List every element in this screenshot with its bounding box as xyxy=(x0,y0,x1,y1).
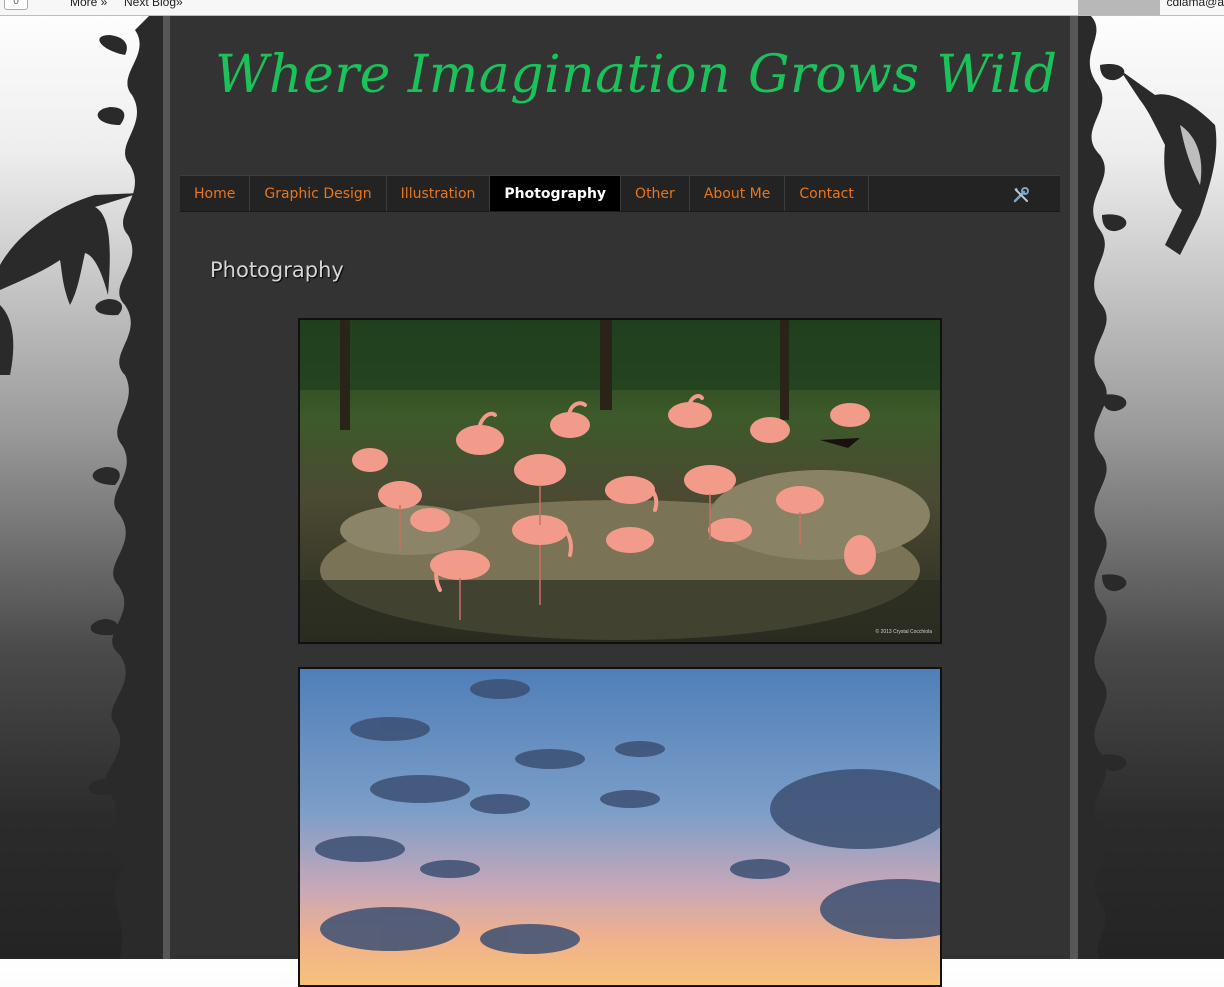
page-tabs: Home Graphic Design Illustration Photogr… xyxy=(180,175,1060,212)
tab-contact[interactable]: Contact xyxy=(785,176,869,211)
tab-other[interactable]: Other xyxy=(621,176,690,211)
next-blog-link[interactable]: Next Blog» xyxy=(124,0,183,9)
right-content-edge xyxy=(1070,15,1078,959)
user-email[interactable]: cdlama@a xyxy=(1166,0,1224,9)
flamingo-photo[interactable]: © 2013 Crystal Cocchiola xyxy=(298,318,942,644)
navbar-user-area xyxy=(1078,0,1160,15)
main-content: Where Imagination Grows Wild Home Graphi… xyxy=(170,15,1070,987)
more-link[interactable]: More » xyxy=(70,0,107,9)
tab-home[interactable]: Home xyxy=(180,176,251,211)
tab-illustration[interactable]: Illustration xyxy=(387,176,491,211)
left-foliage-decoration xyxy=(0,15,163,959)
left-content-edge xyxy=(163,15,170,959)
page-title: Photography xyxy=(210,258,344,282)
blog-title[interactable]: Where Imagination Grows Wild xyxy=(215,45,1058,105)
tab-graphic-design[interactable]: Graphic Design xyxy=(250,176,387,211)
sunset-photo[interactable] xyxy=(298,667,942,987)
blogger-navbar: 0 More » Next Blog» cdlama@a xyxy=(0,0,1224,16)
right-foliage-decoration xyxy=(1078,15,1217,959)
tab-about-me[interactable]: About Me xyxy=(690,176,786,211)
tab-photography[interactable]: Photography xyxy=(490,176,622,211)
wrench-screwdriver-icon[interactable] xyxy=(1012,186,1030,204)
share-count-box[interactable]: 0 xyxy=(4,0,28,10)
photo-credit: © 2013 Crystal Cocchiola xyxy=(875,629,933,635)
